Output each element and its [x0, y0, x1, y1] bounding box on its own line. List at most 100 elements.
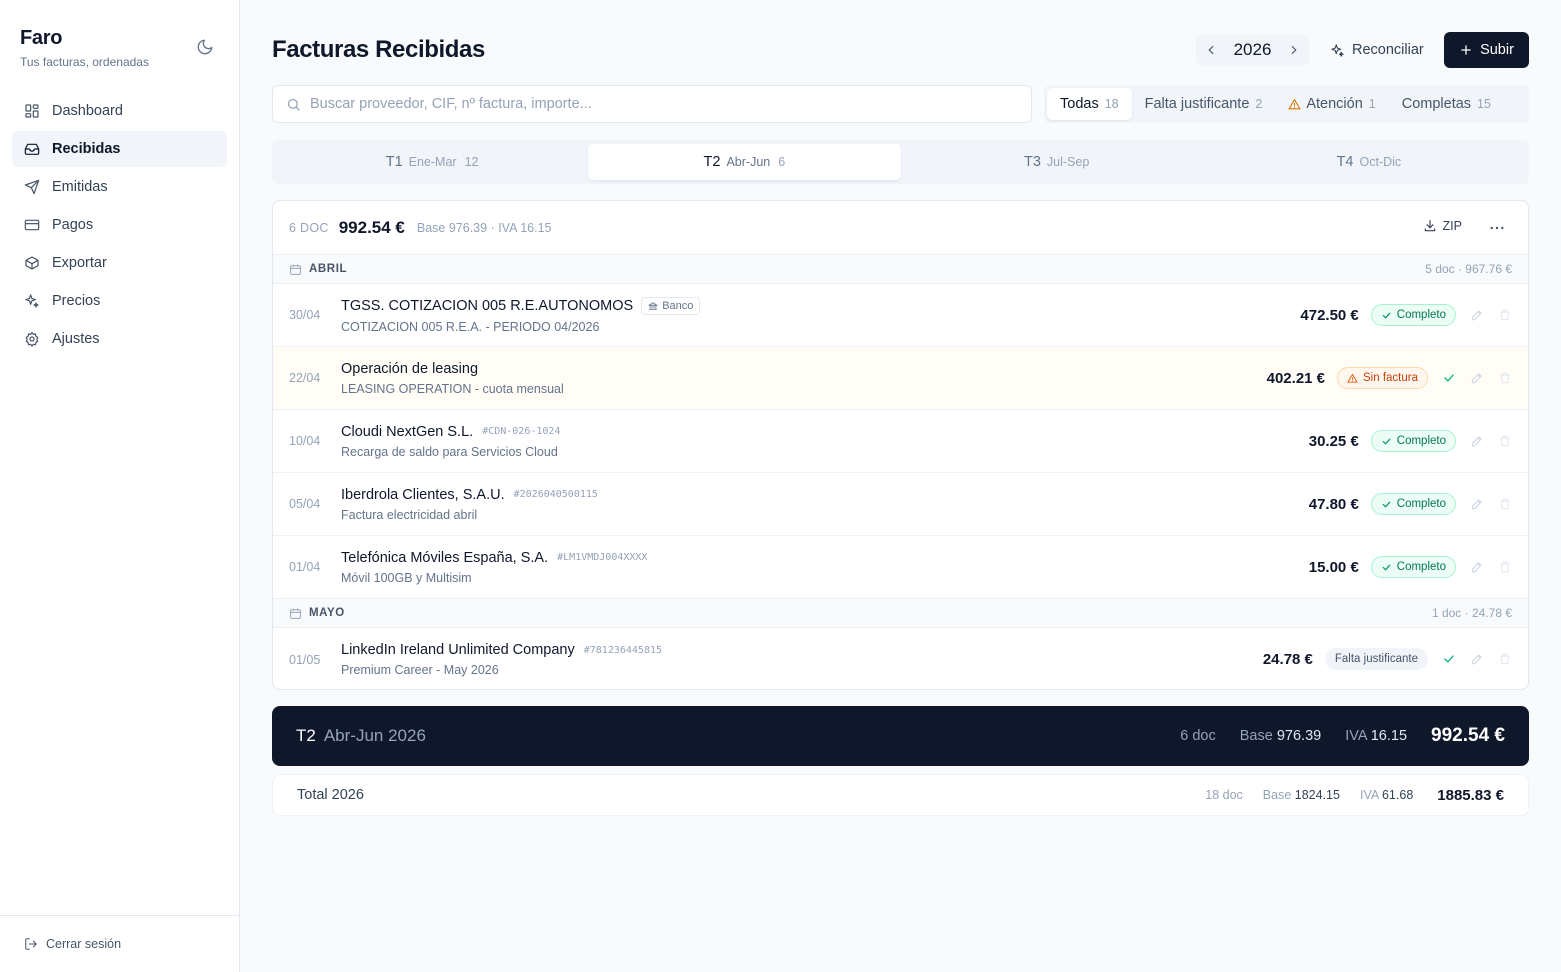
- status-badge: Sin factura: [1337, 367, 1428, 389]
- search-box: [272, 85, 1032, 123]
- quarter-tabs: T1 Ene-Mar 12 T2 Abr-Jun 6 T3 Jul-Sep T4…: [272, 140, 1529, 184]
- search-input[interactable]: [310, 96, 1010, 112]
- status-badge: Completo: [1370, 304, 1456, 326]
- tab-t2[interactable]: T2 Abr-Jun 6: [588, 144, 901, 180]
- status-label: Sin factura: [1363, 372, 1418, 384]
- iva-value: 16.15: [1370, 728, 1408, 744]
- page-title: Facturas Recibidas: [272, 36, 485, 63]
- trash-icon[interactable]: [1498, 308, 1512, 322]
- year-total-label: Total 2026: [297, 787, 364, 803]
- more-options-icon[interactable]: [1488, 219, 1506, 237]
- invoice-amount: 472.50 €: [1300, 306, 1359, 324]
- base-label: Base: [1239, 728, 1273, 744]
- tab-t1[interactable]: T1 Ene-Mar 12: [276, 144, 588, 180]
- card-total: 992.54 €: [338, 217, 405, 237]
- year-value: 2026: [1233, 40, 1272, 59]
- invoice-amount: 402.21 €: [1266, 369, 1326, 387]
- invoice-vendor: Iberdrola Clientes, S.A.U.: [341, 486, 505, 503]
- edit-icon[interactable]: [1470, 434, 1484, 448]
- trash-icon[interactable]: [1498, 652, 1512, 666]
- warning-icon: [1347, 373, 1358, 383]
- quarter-count: 12: [464, 155, 479, 169]
- invoice-row[interactable]: 05/04 Iberdrola Clientes, S.A.U. #202604…: [273, 473, 1528, 536]
- invoice-amount: 47.80 €: [1308, 495, 1359, 513]
- plus-icon: [1461, 45, 1471, 55]
- invoice-row[interactable]: 01/05 LinkedIn Ireland Unlimited Company…: [273, 628, 1528, 689]
- filter-count: 2: [1255, 97, 1263, 111]
- invoice-row[interactable]: 10/04 Cloudi NextGen S.L. #CDN-026-1024 …: [273, 410, 1528, 473]
- bank-badge: Banco: [641, 296, 701, 315]
- sidebar-item-pagos[interactable]: Pagos: [12, 207, 227, 243]
- status-label: Completo: [1396, 309, 1446, 321]
- calendar-icon: [290, 608, 301, 619]
- tab-t4[interactable]: T4 Oct-Dic: [1213, 144, 1525, 180]
- zip-download-button[interactable]: ZIP: [1423, 219, 1462, 233]
- status-label: Completo: [1396, 498, 1446, 510]
- edit-icon[interactable]: [1470, 497, 1484, 511]
- card-summary: Base 976.39 · IVA 16.15: [416, 220, 552, 235]
- status-badge: Completo: [1370, 430, 1456, 452]
- year-total-amount: 1885.83 €: [1437, 786, 1504, 804]
- trash-icon[interactable]: [1498, 560, 1512, 574]
- sidebar-item-recibidas[interactable]: Recibidas: [12, 131, 227, 167]
- invoice-description: Factura electricidad abril: [341, 507, 478, 522]
- reconcile-button[interactable]: Reconciliar: [1322, 34, 1432, 66]
- quarter-label: T3: [1023, 154, 1041, 170]
- year-total-base: Base 1824.15: [1263, 788, 1340, 802]
- quarter-range: Jul-Sep: [1046, 155, 1090, 169]
- sidebar-item-exportar[interactable]: Exportar: [12, 245, 227, 281]
- bank-label: Banco: [662, 299, 694, 312]
- moon-icon[interactable]: [196, 38, 214, 56]
- invoice-row[interactable]: 30/04 TGSS. COTIZACION 005 R.E.AUTONOMOS…: [273, 284, 1528, 347]
- sidebar-item-precios[interactable]: Precios: [12, 283, 227, 319]
- bank-icon: [648, 301, 659, 310]
- filter-falta-justificante[interactable]: Falta justificante 2: [1132, 88, 1276, 120]
- check-icon[interactable]: [1442, 371, 1456, 385]
- invoice-date: 01/05: [289, 652, 321, 667]
- chevron-left-icon[interactable]: [1204, 43, 1218, 57]
- filter-completas[interactable]: Completas 15: [1389, 88, 1504, 120]
- filter-todas[interactable]: Todas 18: [1047, 88, 1132, 120]
- tab-t3[interactable]: T3 Jul-Sep: [901, 144, 1213, 180]
- sidebar-item-ajustes[interactable]: Ajustes: [12, 321, 227, 357]
- year-switcher: 2026: [1196, 34, 1309, 66]
- reconcile-label: Reconciliar: [1352, 42, 1424, 58]
- package-icon: [25, 256, 39, 270]
- app-tagline: Tus facturas, ordenadas: [20, 55, 149, 69]
- status-badge: Completo: [1370, 556, 1456, 578]
- download-icon: [1424, 220, 1435, 232]
- brand: Faro Tus facturas, ordenadas: [20, 27, 149, 69]
- chevron-right-icon[interactable]: [1287, 43, 1301, 57]
- invoice-vendor: Operación de leasing: [341, 360, 479, 377]
- invoice-list-card: 6 DOC 992.54 € Base 976.39 · IVA 16.15 Z…: [272, 200, 1529, 690]
- sidebar-item-dashboard[interactable]: Dashboard: [12, 93, 227, 129]
- status-filters: Todas 18 Falta justificante 2 Atención 1…: [1044, 85, 1529, 123]
- quarter-summary-bar: T2 Abr-Jun 2026 6 doc Base 976.39 IVA 16…: [272, 706, 1529, 766]
- base-value: 1824.15: [1294, 788, 1340, 802]
- filter-atencion[interactable]: Atención 1: [1275, 88, 1388, 120]
- edit-icon[interactable]: [1470, 371, 1484, 385]
- inbox-icon: [24, 143, 40, 155]
- check-icon: [1382, 438, 1391, 444]
- quarter-summary-total: 992.54 €: [1431, 725, 1505, 746]
- sidebar-item-label: Precios: [52, 293, 101, 309]
- trash-icon[interactable]: [1498, 434, 1512, 448]
- card-header: 6 DOC 992.54 € Base 976.39 · IVA 16.15 Z…: [273, 201, 1528, 255]
- check-icon: [1382, 501, 1391, 507]
- quarter-summary-label: T2: [296, 726, 316, 745]
- upload-button[interactable]: Subir: [1444, 32, 1529, 68]
- trash-icon[interactable]: [1498, 497, 1512, 511]
- invoice-row[interactable]: 22/04 Operación de leasing LEASING OPERA…: [273, 347, 1528, 410]
- check-icon[interactable]: [1442, 652, 1456, 666]
- year-total-bar: Total 2026 18 doc Base 1824.15 IVA 61.68…: [272, 774, 1529, 816]
- quarter-range: Abr-Jun: [726, 155, 771, 169]
- edit-icon[interactable]: [1470, 652, 1484, 666]
- edit-icon[interactable]: [1470, 560, 1484, 574]
- invoice-date: 30/04: [289, 308, 321, 322]
- edit-icon[interactable]: [1470, 308, 1484, 322]
- invoice-row[interactable]: 01/04 Telefónica Móviles España, S.A. #L…: [273, 536, 1528, 599]
- logout-button[interactable]: Cerrar sesión: [0, 915, 239, 972]
- trash-icon[interactable]: [1498, 371, 1512, 385]
- filter-label: Falta justificante: [1144, 96, 1250, 112]
- sidebar-item-emitidas[interactable]: Emitidas: [12, 169, 227, 205]
